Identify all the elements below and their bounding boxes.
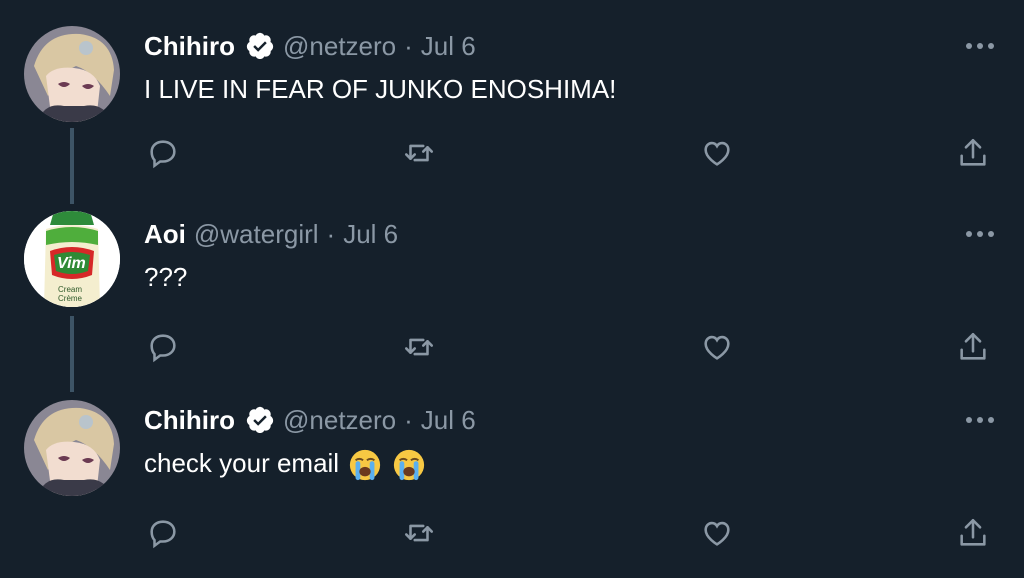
like-button[interactable] (700, 136, 736, 172)
avatar[interactable] (24, 26, 120, 122)
avatar-label-text: Cream (58, 285, 83, 294)
tweet-text-container: check your email (144, 448, 426, 482)
tweet[interactable]: Chihiro @netzero · Jul 6 check your emai… (0, 400, 1024, 570)
crying-face-emoji-icon (393, 450, 424, 481)
like-button[interactable] (700, 330, 736, 366)
avatar-label-text: Crème (58, 294, 83, 303)
more-options-button[interactable] (964, 408, 996, 432)
verified-badge-icon (246, 32, 274, 60)
more-icon (966, 43, 994, 49)
separator: · (326, 218, 336, 249)
more-options-button[interactable] (964, 34, 996, 58)
retweet-icon (404, 338, 434, 356)
handle[interactable]: @watergirl (194, 219, 319, 250)
display-name[interactable]: Chihiro (144, 31, 235, 62)
share-button[interactable] (956, 516, 992, 552)
reply-button[interactable] (146, 136, 182, 172)
display-name[interactable]: Chihiro (144, 405, 235, 436)
reply-button[interactable] (146, 330, 182, 366)
tweet[interactable]: Chihiro @netzero · Jul 6 I LIVE IN FEAR … (0, 26, 1024, 186)
avatar[interactable] (24, 400, 120, 496)
more-icon (966, 417, 994, 423)
reply-icon (150, 334, 176, 363)
timestamp[interactable]: Jul 6 (421, 31, 476, 62)
tweet-actions (0, 136, 1024, 176)
retweet-button[interactable] (402, 136, 438, 172)
tweet-text: check your email (144, 448, 340, 478)
share-icon (960, 138, 986, 166)
anime-boy-avatar-image (24, 26, 120, 122)
like-icon (704, 141, 730, 166)
separator: · (404, 30, 413, 61)
timestamp[interactable]: Jul 6 (421, 405, 476, 436)
tweet[interactable]: Vim Cream Crème Aoi @watergirl · Jul 6 ?… (0, 211, 1024, 374)
verified-badge-icon (246, 406, 274, 434)
retweet-icon (404, 524, 434, 542)
display-name[interactable]: Aoi (144, 219, 186, 250)
more-icon (966, 231, 994, 237)
like-button[interactable] (700, 516, 736, 552)
retweet-icon (404, 144, 434, 162)
retweet-button[interactable] (402, 516, 438, 552)
more-options-button[interactable] (964, 222, 996, 246)
share-button[interactable] (956, 136, 992, 172)
tweet-text: I LIVE IN FEAR OF JUNKO ENOSHIMA! (144, 74, 617, 104)
tweet-actions (0, 516, 1024, 556)
reply-button[interactable] (146, 516, 182, 552)
avatar-brand-text: Vim (57, 255, 86, 272)
tweet-text: ??? (144, 262, 188, 292)
reply-icon (150, 520, 176, 549)
like-icon (704, 521, 730, 546)
share-button[interactable] (956, 330, 992, 366)
tweet-header: Aoi @watergirl · Jul 6 (144, 214, 398, 254)
handle[interactable]: @netzero (283, 405, 396, 436)
separator: · (404, 404, 413, 435)
share-icon (960, 332, 986, 360)
avatar[interactable]: Vim Cream Crème (24, 211, 120, 307)
tweet-header: Chihiro @netzero · Jul 6 (144, 26, 476, 66)
crying-face-emoji-icon (350, 450, 381, 481)
reply-icon (150, 140, 176, 169)
handle[interactable]: @netzero (283, 31, 396, 62)
retweet-button[interactable] (402, 330, 438, 366)
tweet-header: Chihiro @netzero · Jul 6 (144, 400, 476, 440)
tweet-actions (0, 330, 1024, 370)
like-icon (704, 335, 730, 360)
timestamp[interactable]: Jul 6 (343, 219, 398, 250)
share-icon (960, 518, 986, 546)
anime-boy-avatar-image (24, 400, 120, 496)
